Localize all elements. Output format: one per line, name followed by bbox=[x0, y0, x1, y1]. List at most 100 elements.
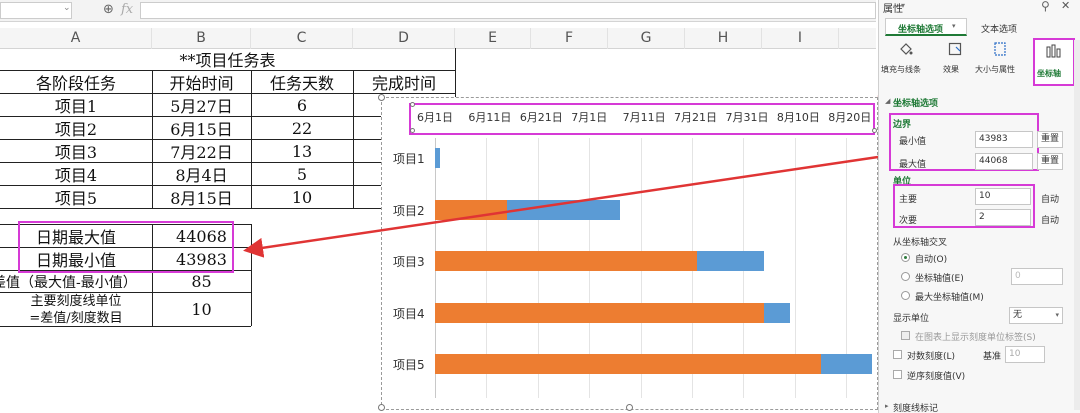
show-units-checkbox[interactable] bbox=[901, 331, 910, 340]
cross-auto-label[interactable]: 自动(O) bbox=[915, 252, 947, 265]
header-finish[interactable]: 完成时间 bbox=[353, 71, 455, 93]
tab-axis-options[interactable]: 坐标轴选项 ▾ bbox=[885, 18, 967, 36]
table-cell[interactable]: 6月15日 bbox=[152, 117, 251, 139]
reset-min-button[interactable]: 重置 bbox=[1037, 131, 1063, 148]
table-cell[interactable]: 项目4 bbox=[0, 163, 152, 185]
reverse-label[interactable]: 逆序刻度值(V) bbox=[907, 369, 965, 382]
min-value-input[interactable]: 43983 bbox=[975, 131, 1033, 148]
table-cell[interactable]: 项目3 bbox=[0, 140, 152, 162]
summary-label-unit[interactable]: 主要刻度线单位 =差值/刻度数目 bbox=[0, 293, 152, 326]
x-tick-label[interactable]: 7月11日 bbox=[623, 109, 666, 125]
bar-offset[interactable] bbox=[435, 251, 698, 271]
bar-duration[interactable] bbox=[764, 302, 790, 323]
table-cell[interactable]: 项目2 bbox=[0, 117, 152, 139]
category-label[interactable]: 项目2 bbox=[393, 202, 425, 219]
section-axis-options[interactable]: 坐标轴选项 bbox=[893, 96, 938, 109]
summary-label-diff[interactable]: 差值（最大值-最小值） bbox=[0, 271, 152, 292]
bar-duration[interactable] bbox=[820, 354, 872, 374]
tab-text-options[interactable]: 文本选项 bbox=[981, 22, 1017, 35]
max-value-input[interactable]: 44068 bbox=[975, 153, 1033, 170]
header-days[interactable]: 任务天数 bbox=[251, 71, 353, 93]
caret-right-icon[interactable]: ▸ bbox=[885, 402, 889, 410]
x-tick-label[interactable]: 7月31日 bbox=[725, 109, 768, 125]
table-cell[interactable]: 10 bbox=[251, 186, 353, 208]
name-box[interactable] bbox=[0, 2, 72, 19]
plot-area[interactable]: 6月1日 6月11日 6月21日 7月1日 7月11日 7月21日 7月31日 8月10日 8月… bbox=[382, 98, 879, 411]
fx-icon[interactable]: fx bbox=[121, 2, 133, 17]
category-label[interactable]: 项目5 bbox=[393, 356, 425, 373]
column-header-e[interactable]: E bbox=[455, 28, 531, 49]
reverse-checkbox[interactable] bbox=[893, 370, 902, 379]
major-unit-input[interactable]: 10 bbox=[975, 188, 1031, 205]
axis-button[interactable]: 坐标轴 bbox=[1033, 38, 1075, 86]
log-scale-checkbox[interactable] bbox=[893, 350, 902, 359]
cross-value-input[interactable]: 0 bbox=[1011, 268, 1063, 285]
pin-icon[interactable]: ⚲ bbox=[1041, 0, 1050, 13]
zoom-icon[interactable]: ⊕ bbox=[103, 2, 114, 17]
major-auto-label[interactable]: 自动 bbox=[1041, 192, 1059, 205]
minor-unit-input[interactable]: 2 bbox=[975, 209, 1031, 226]
table-cell[interactable]: 项目1 bbox=[0, 94, 152, 116]
table-cell[interactable]: 8月15日 bbox=[152, 186, 251, 208]
radio-cross-value[interactable] bbox=[901, 272, 910, 281]
category-label[interactable]: 项目4 bbox=[393, 305, 425, 322]
reset-max-button[interactable]: 重置 bbox=[1037, 153, 1063, 170]
table-cell[interactable]: 22 bbox=[251, 117, 353, 139]
column-header-d[interactable]: D bbox=[353, 28, 455, 49]
chevron-down-icon[interactable]: ⌄ bbox=[63, 3, 71, 13]
bar-duration[interactable] bbox=[697, 251, 765, 271]
bar-duration[interactable] bbox=[435, 148, 441, 168]
table-cell[interactable]: 5月27日 bbox=[152, 94, 251, 116]
category-label[interactable]: 项目1 bbox=[393, 150, 425, 167]
display-units-select[interactable]: 无 ▾ bbox=[1009, 307, 1063, 324]
cross-value-label[interactable]: 坐标轴值(E) bbox=[915, 271, 964, 284]
base-input[interactable]: 10 bbox=[1005, 346, 1045, 363]
bar-duration[interactable] bbox=[506, 199, 621, 220]
chevron-down-icon[interactable]: ▾ bbox=[901, 1, 905, 10]
tick-marks-label[interactable]: 刻度线标记 bbox=[893, 401, 938, 413]
formula-input[interactable] bbox=[140, 2, 876, 19]
x-tick-label[interactable]: 6月21日 bbox=[520, 109, 563, 125]
column-header-b[interactable]: B bbox=[152, 28, 251, 49]
x-tick-label[interactable]: 8月10日 bbox=[777, 109, 820, 125]
column-header-f[interactable]: F bbox=[531, 28, 608, 49]
table-title[interactable]: **项目任务表 bbox=[0, 48, 455, 70]
caret-down-icon[interactable]: ◢ bbox=[885, 97, 890, 105]
effects-button[interactable]: 效果 bbox=[939, 40, 973, 80]
bar-offset[interactable] bbox=[435, 302, 765, 323]
x-tick-label[interactable]: 7月21日 bbox=[674, 109, 717, 125]
x-tick-label[interactable]: 8月20日 bbox=[828, 109, 871, 125]
fill-line-button[interactable]: 填充与线条 bbox=[881, 40, 933, 80]
bar-offset[interactable] bbox=[435, 354, 821, 374]
column-header-g[interactable]: G bbox=[608, 28, 685, 49]
summary-value-diff[interactable]: 85 bbox=[152, 271, 251, 292]
table-cell[interactable]: 8月4日 bbox=[152, 163, 251, 185]
column-header-i[interactable]: I bbox=[762, 28, 839, 49]
gantt-chart[interactable]: 6月1日 6月11日 6月21日 7月1日 7月11日 7月21日 7月31日 8月10日 8月… bbox=[378, 94, 879, 411]
column-header-h[interactable]: H bbox=[685, 28, 762, 49]
radio-cross-auto[interactable] bbox=[901, 253, 910, 262]
chevron-down-icon[interactable]: ▾ bbox=[952, 22, 956, 30]
radio-cross-max[interactable] bbox=[901, 291, 910, 300]
cross-max-label[interactable]: 最大坐标轴值(M) bbox=[915, 290, 984, 303]
bar-offset[interactable] bbox=[435, 199, 507, 220]
header-start[interactable]: 开始时间 bbox=[152, 71, 251, 93]
table-cell[interactable]: 6 bbox=[251, 94, 353, 116]
log-scale-label[interactable]: 对数刻度(L) bbox=[907, 349, 955, 362]
table-cell[interactable]: 13 bbox=[251, 140, 353, 162]
size-properties-button[interactable]: 大小与属性 bbox=[975, 40, 1025, 80]
x-tick-label[interactable]: 7月1日 bbox=[571, 109, 607, 125]
panel-scrollbar[interactable] bbox=[1074, 40, 1080, 410]
header-task[interactable]: 各阶段任务 bbox=[0, 71, 152, 93]
category-label[interactable]: 项目3 bbox=[393, 253, 425, 270]
table-cell[interactable]: 7月22日 bbox=[152, 140, 251, 162]
x-tick-label[interactable]: 6月1日 bbox=[417, 109, 453, 125]
minor-auto-label[interactable]: 自动 bbox=[1041, 213, 1059, 226]
column-header-c[interactable]: C bbox=[251, 28, 353, 49]
table-cell[interactable]: 项目5 bbox=[0, 186, 152, 208]
summary-value-unit[interactable]: 10 bbox=[152, 293, 251, 326]
table-cell[interactable]: 5 bbox=[251, 163, 353, 185]
column-header-a[interactable]: A bbox=[0, 28, 152, 49]
x-tick-label[interactable]: 6月11日 bbox=[468, 109, 511, 125]
show-units-label[interactable]: 在图表上显示刻度单位标签(S) bbox=[915, 330, 1036, 343]
